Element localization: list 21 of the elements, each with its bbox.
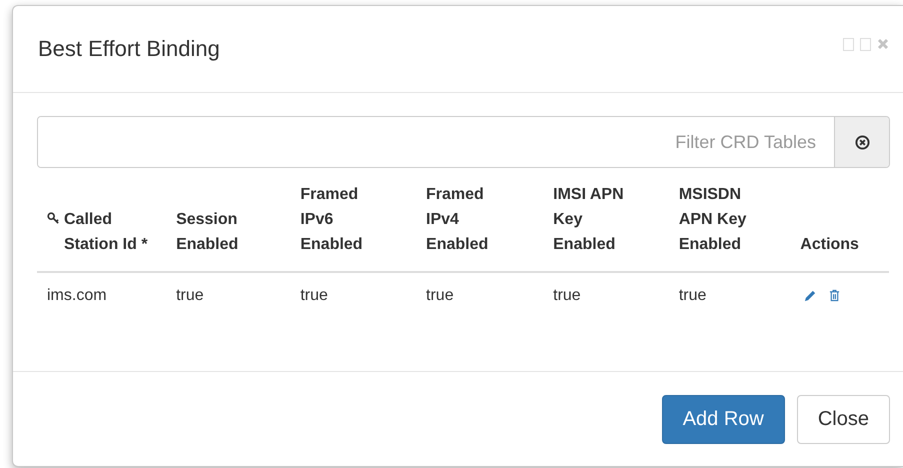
column-header: IMSI APN Key Enabled xyxy=(553,185,625,255)
close-button[interactable]: Close xyxy=(796,394,890,444)
dialog-title: Best Effort Binding xyxy=(38,36,220,62)
table-cell: ims.com xyxy=(47,287,107,304)
table-cell: true xyxy=(553,287,581,304)
column-header: MSISDN APN Key Enabled xyxy=(678,185,748,255)
column-header: Actions xyxy=(800,235,859,255)
table-cell: true xyxy=(300,287,328,304)
column-header: Session Enabled xyxy=(176,210,240,255)
trash-icon[interactable] xyxy=(829,289,840,302)
clear-filter-button[interactable] xyxy=(834,117,889,167)
column-header: Framed IPv4 Enabled xyxy=(426,185,490,255)
clear-icon xyxy=(854,134,870,150)
filter-field[interactable]: Filter CRD Tables xyxy=(37,116,890,168)
column-header: Framed IPv6 Enabled xyxy=(300,185,364,255)
table-cell: true xyxy=(426,287,454,304)
column-header: Called Station Id * xyxy=(64,210,149,255)
pencil-icon[interactable] xyxy=(804,289,818,302)
add-row-button[interactable]: Add Row xyxy=(662,394,785,444)
table-cell: true xyxy=(176,287,204,304)
table-cell: true xyxy=(678,287,706,304)
